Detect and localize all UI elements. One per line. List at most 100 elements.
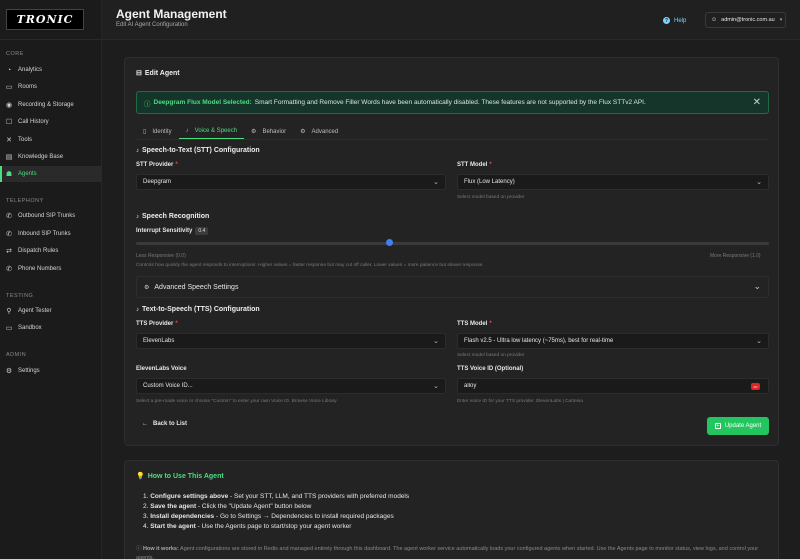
tts-heading-text: Text-to-Speech (TTS) Configuration [142, 306, 260, 313]
sensitivity-slider[interactable] [136, 242, 769, 245]
stt-model-label-text: STT Model [457, 162, 488, 168]
nav-section-testing: TESTING [6, 293, 34, 299]
help-icon: ? [663, 17, 670, 24]
info-icon: ⓘ [136, 546, 144, 552]
sidebar-item-rooms[interactable]: ▭ Rooms [0, 79, 102, 95]
tronic-logo[interactable]: TRONIC [6, 9, 84, 30]
sidebar-item-label: Sandbox [18, 325, 42, 331]
stt-model-select[interactable]: Flux (Low Latency) ⌄ [457, 174, 769, 190]
sidebar-item-analytics[interactable]: ◔ Analytics [0, 62, 102, 78]
sandbox-icon: ▭ [5, 325, 13, 332]
top-bar: Agent Management Edit AI Agent Configura… [102, 0, 800, 40]
sidebar-item-label: Phone Numbers [18, 266, 62, 272]
sidebar-item-sandbox[interactable]: ▭ Sandbox [0, 320, 102, 336]
stt-provider-select[interactable]: Deepgram ⌄ [136, 174, 446, 190]
voice-id-input[interactable] [457, 378, 769, 394]
list-item: 1. Configure settings above - Set your S… [143, 492, 409, 502]
sidebar-item-outbound-sip-trunks[interactable]: ✆ Outbound SIP Trunks [0, 208, 102, 224]
nav-section-core: CORE [6, 51, 24, 57]
sidebar-item-agent-tester[interactable]: ⚲ Agent Tester [0, 303, 102, 319]
sidebar-item-label: Inbound SIP Trunks [18, 231, 71, 237]
call-history-icon: ☐ [5, 119, 13, 126]
step-number: 3. [143, 513, 149, 520]
arrow-left-icon: ← [142, 421, 148, 427]
help-link[interactable]: ? Help [663, 17, 686, 24]
nav-section-telephony: TELEPHONY [6, 198, 44, 204]
sidebar: TRONIC CORE ◔ Analytics ▭ Rooms ◉ Recording… [0, 0, 102, 559]
alert-message: Smart Formatting and Remove Filler Words… [254, 99, 646, 106]
password-manager-icon[interactable]: ••• [751, 383, 760, 390]
sidebar-item-label: Analytics [18, 67, 43, 73]
sidebar-item-tools[interactable]: ✕ Tools [0, 132, 102, 148]
dispatch-icon: ⇄ [6, 248, 12, 255]
update-agent-button[interactable]: + Update Agent [707, 417, 769, 435]
tts-model-label: TTS Model * [457, 321, 492, 327]
tts-provider-select[interactable]: ElevenLabs ⌄ [136, 333, 446, 349]
sidebar-item-label: Rooms [18, 84, 38, 90]
tab-label: Behavior [262, 128, 287, 135]
lightbulb-icon: 💡 [136, 473, 145, 480]
user-email: admin@tronic.com.au [721, 17, 775, 23]
voice-select[interactable]: Custom Voice ID... ⌄ [136, 378, 446, 394]
required-marker: * [175, 321, 178, 327]
sensitivity-label-text: Interrupt Sensitivity [136, 228, 193, 234]
chevron-down-icon: ⌄ [756, 179, 762, 186]
tester-icon: ⚲ [6, 308, 12, 315]
tab-behavior[interactable]: ⚙ Behavior [244, 124, 293, 139]
list-item: 4. Start the agent - Use the Agents page… [143, 522, 409, 532]
tools-icon: ✕ [6, 137, 12, 144]
chevron-down-icon: ⌄ [433, 338, 439, 345]
voice-id-label: TTS Voice ID (Optional) [457, 366, 524, 372]
page-subtitle: Edit AI Agent Configuration [116, 22, 188, 28]
speaker-icon: ♪ [136, 306, 139, 313]
close-icon[interactable]: ✕ [753, 97, 761, 109]
howto-card: 💡 How to Use This Agent 1. Configure sett… [124, 460, 779, 559]
sensitivity-label: Interrupt Sensitivity 0.4 [136, 227, 209, 235]
stt-model-label: STT Model * [457, 162, 492, 168]
edit-agent-title: ⊟ Edit Agent [136, 69, 180, 78]
sidebar-item-label: Recording & Storage [18, 102, 74, 108]
howto-steps: 1. Configure settings above - Set your S… [143, 492, 409, 532]
sidebar-item-inbound-sip-trunks[interactable]: ✆ Inbound SIP Trunks [0, 226, 102, 242]
tts-model-select[interactable]: Flash v2.5 - Ultra low latency (~75ms), … [457, 333, 769, 349]
edit-agent-card: ⊟ Edit Agent ⓘ Deepgram Flux Model Select… [124, 57, 779, 446]
stt-model-value: Flux (Low Latency) [464, 179, 515, 185]
page-title: Agent Management [116, 7, 227, 21]
tab-advanced[interactable]: ⚙ Advanced [293, 124, 345, 139]
stt-model-hint: Select model based on provider [457, 195, 525, 200]
chevron-down-icon: ⌄ [753, 281, 761, 291]
sidebar-item-agents[interactable]: ☗ Agents [0, 166, 102, 182]
stt-heading: ♪ Speech-to-Text (STT) Configuration [136, 147, 260, 154]
howto-title: 💡 How to Use This Agent [136, 472, 224, 481]
tab-identity[interactable]: ▯ Identity [136, 124, 179, 139]
update-label: Update Agent [724, 423, 762, 429]
tab-voice-speech[interactable]: ♪ Voice & Speech [178, 124, 245, 139]
sidebar-item-recording-storage[interactable]: ◉ Recording & Storage [0, 97, 102, 113]
sensitivity-value-badge: 0.4 [195, 227, 209, 235]
step-title: Save the agent [150, 503, 197, 510]
sidebar-item-knowledge-base[interactable]: ▤ Knowledge Base [0, 149, 102, 165]
sidebar-item-call-history[interactable]: ☐ Call History [0, 114, 102, 130]
advanced-speech-accordion[interactable]: ⚙ Advanced Speech Settings ⌄ [136, 276, 769, 298]
sidebar-item-settings[interactable]: ⚙ Settings [0, 363, 102, 379]
sidebar-item-phone-numbers[interactable]: ✆ Phone Numbers [0, 261, 102, 277]
tab-label: Advanced [311, 128, 339, 135]
required-marker: * [489, 162, 492, 168]
sidebar-item-label: Call History [18, 119, 49, 125]
voice-id-hint: Enter voice ID for your TTS provider. El… [457, 399, 583, 404]
robot-icon: ⊟ [136, 70, 142, 77]
user-menu[interactable]: ☺ admin@tronic.com.au ▾ [705, 12, 786, 28]
sensitivity-hint: Controls how quickly the agent responds … [136, 263, 484, 268]
recognition-heading: ♪ Speech Recognition [136, 213, 209, 220]
nav-section-admin: ADMIN [6, 352, 27, 358]
alert-title: Deepgram Flux Model Selected: [153, 99, 252, 106]
back-to-list-button[interactable]: ← Back to List [142, 421, 187, 427]
sensitivity-slider-thumb[interactable] [385, 239, 393, 246]
voice-value: Custom Voice ID... [143, 383, 193, 389]
step-number: 2. [143, 503, 149, 510]
edit-tabs: ▯ Identity ♪ Voice & Speech ⚙ Behavior ⚙ Adv… [136, 124, 769, 140]
sidebar-item-dispatch-rules[interactable]: ⇄ Dispatch Rules [0, 243, 102, 259]
sidebar-item-label: Settings [18, 368, 40, 374]
tts-provider-label-text: TTS Provider [136, 321, 174, 327]
edit-agent-title-text: Edit Agent [144, 69, 180, 77]
